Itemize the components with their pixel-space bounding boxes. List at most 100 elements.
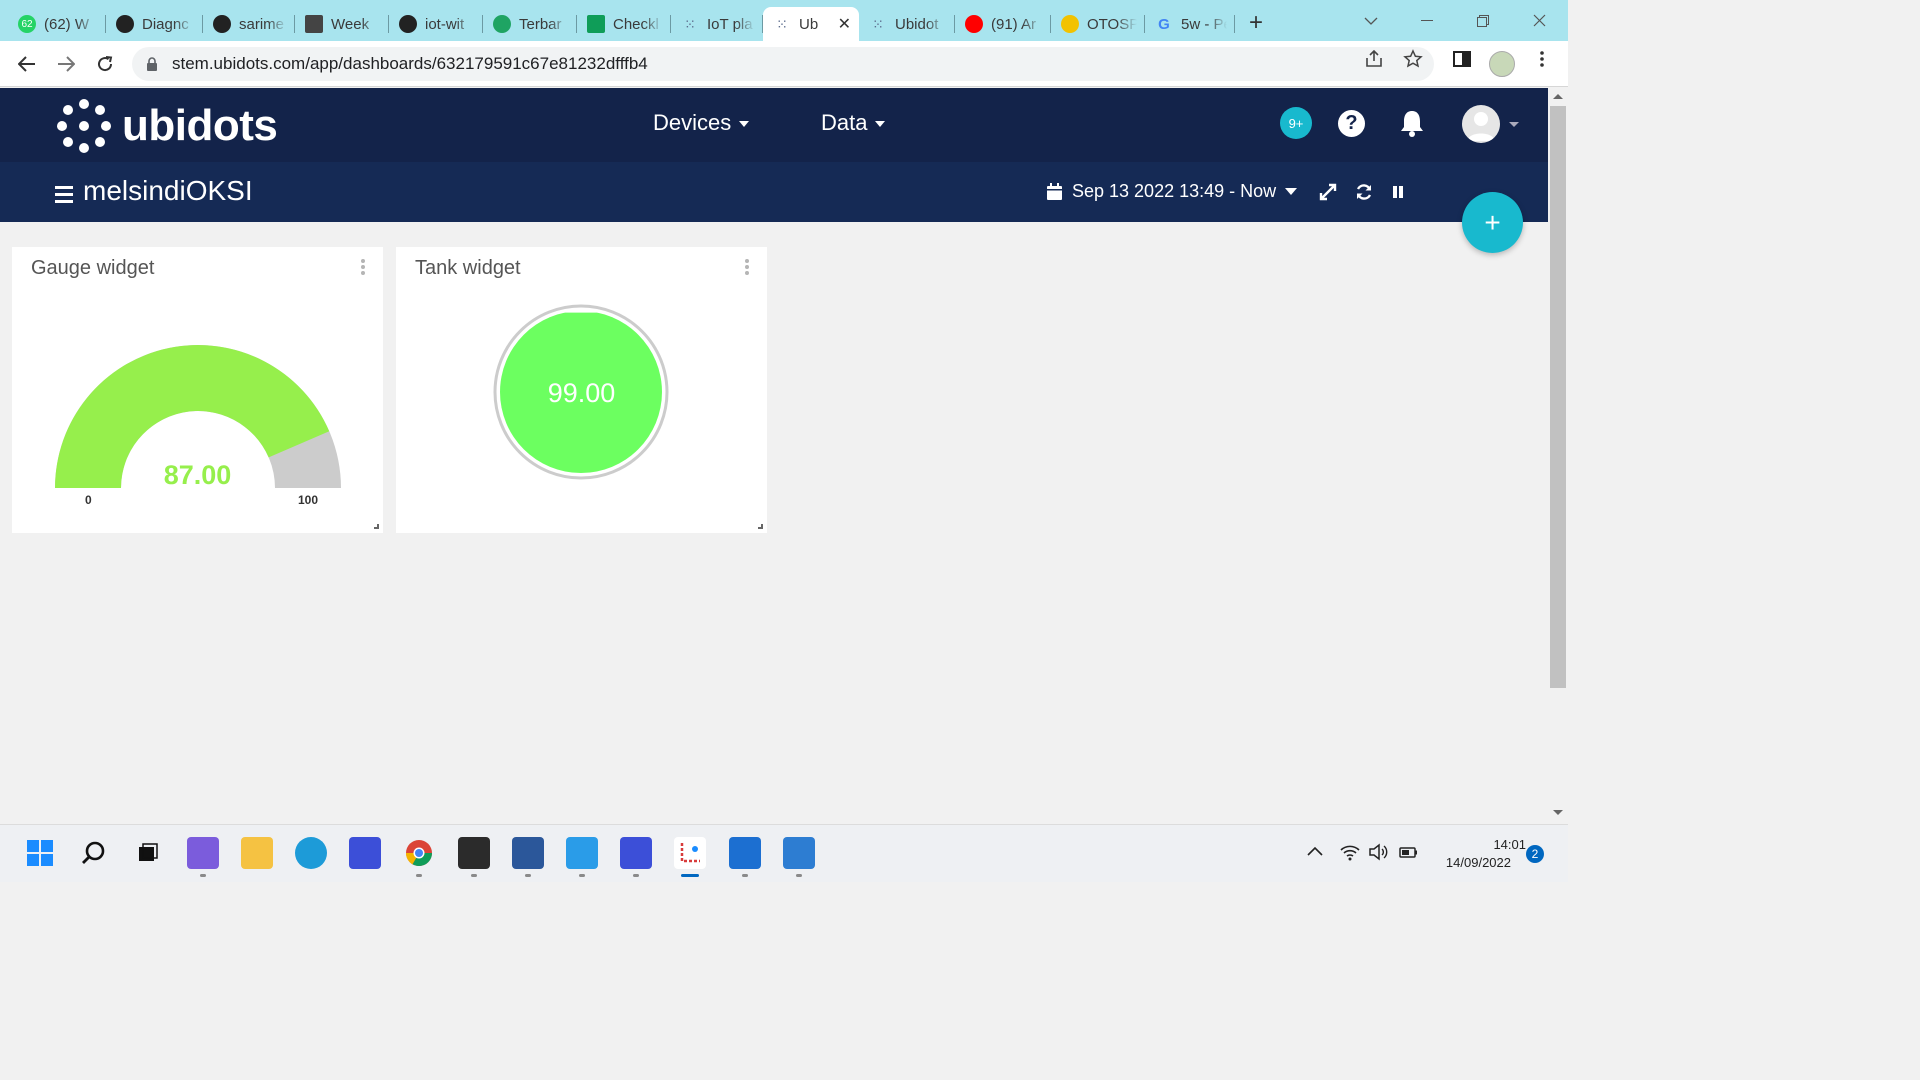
chevron-up-icon[interactable] <box>1304 841 1326 863</box>
pause-icon[interactable] <box>1387 181 1409 203</box>
browser-tab[interactable]: Terbar <box>483 7 577 41</box>
windows-start-icon[interactable] <box>24 837 56 869</box>
reload-button[interactable] <box>90 49 120 79</box>
clock-date[interactable]: 14/09/2022 <box>1430 855 1511 870</box>
snipping-tool-icon[interactable] <box>674 837 707 869</box>
browser-tab-strip: 62 (62) W Diagnc sarime Week iot-wit Terbar Che… <box>0 0 1568 41</box>
user-avatar[interactable] <box>1462 105 1500 143</box>
more-menu-icon[interactable] <box>1532 49 1552 69</box>
photos-icon[interactable] <box>782 837 815 869</box>
browser-tab[interactable]: ⁙ Ubidot <box>859 7 955 41</box>
profile-avatar[interactable] <box>1489 51 1515 77</box>
data-menu-label: Data <box>821 110 868 135</box>
edge-icon[interactable] <box>295 837 327 869</box>
dashboard-title[interactable]: melsindiOKSI <box>83 175 253 207</box>
side-panel-icon[interactable] <box>1452 49 1472 69</box>
restore-button[interactable] <box>1466 0 1500 41</box>
browser-tab[interactable]: sarime <box>203 7 295 41</box>
caret-down-icon <box>739 121 750 127</box>
running-indicator <box>681 874 700 877</box>
scroll-down-arrow-icon[interactable] <box>1553 810 1563 815</box>
ubidots-icon: ⁙ <box>684 15 696 32</box>
running-indicator <box>199 874 206 877</box>
share-icon[interactable] <box>1364 49 1384 69</box>
bookmark-star-icon[interactable] <box>1403 49 1423 69</box>
github-icon <box>213 15 231 33</box>
browser-tab[interactable]: Week <box>295 7 389 41</box>
tab-search-icon[interactable] <box>1356 0 1386 41</box>
otosp-icon <box>1061 15 1079 33</box>
vscode-icon[interactable] <box>566 837 598 869</box>
hamburger-menu-icon[interactable] <box>55 186 73 207</box>
volume-icon[interactable] <box>1367 841 1389 863</box>
browser-tab[interactable]: 62 (62) W <box>8 7 106 41</box>
teams-chat-icon[interactable] <box>186 837 219 869</box>
date-range-picker[interactable]: Sep 13 2022 13:49 - Now <box>1046 181 1298 202</box>
file-explorer-icon[interactable] <box>240 837 273 869</box>
tab-label: (62) W <box>44 15 89 33</box>
terminal-icon[interactable] <box>457 837 490 869</box>
notification-center-badge[interactable]: 2 <box>1526 845 1544 863</box>
browser-tab[interactable]: Diagnc <box>106 7 203 41</box>
new-tab-button[interactable]: + <box>1249 9 1263 37</box>
browser-tab[interactable]: OTOSP <box>1051 7 1145 41</box>
chrome-icon[interactable] <box>403 837 435 869</box>
gauge-value: 87.00 <box>163 460 232 490</box>
tank-widget[interactable]: Tank widget 99.00 <box>396 247 767 533</box>
browser-tab[interactable]: (91) Ar <box>955 7 1051 41</box>
scrollbar-thumb[interactable] <box>1550 106 1566 688</box>
help-icon[interactable]: ? <box>1338 110 1365 137</box>
add-widget-button[interactable]: + <box>1462 192 1523 253</box>
resize-handle[interactable] <box>374 524 379 529</box>
dashboard-bar: melsindiOKSI Sep 13 2022 13:49 - Now <box>0 162 1548 222</box>
running-indicator <box>633 874 640 877</box>
fullscreen-icon[interactable] <box>1317 181 1339 203</box>
gauge-widget[interactable]: Gauge widget 87.00 0 100 <box>12 247 383 533</box>
google-drive-icon <box>493 15 511 33</box>
resize-handle[interactable] <box>758 524 763 529</box>
wifi-icon[interactable] <box>1339 841 1361 863</box>
ubidots-icon: ⁙ <box>776 15 788 32</box>
tab-label: Ubidot <box>895 15 939 33</box>
data-menu[interactable]: Data <box>821 110 886 136</box>
tab-label: Checkl <box>613 15 659 33</box>
notifications-count-badge[interactable]: 9+ <box>1280 107 1312 139</box>
user-menu-caret-icon[interactable] <box>1509 122 1519 127</box>
tab-label: IoT pla <box>707 15 753 33</box>
close-window-button[interactable] <box>1522 0 1556 41</box>
scroll-up-arrow-icon[interactable] <box>1553 94 1563 99</box>
browser-tab[interactable]: ⁙ IoT pla <box>671 7 763 41</box>
page-scrollbar[interactable] <box>1548 88 1568 823</box>
bell-icon[interactable] <box>1398 108 1426 138</box>
devices-menu-label: Devices <box>653 110 732 135</box>
task-view-icon[interactable] <box>132 837 164 869</box>
logo-text: ubidots <box>122 101 278 150</box>
ubidots-icon: ⁙ <box>872 15 884 32</box>
minimize-button[interactable] <box>1410 0 1444 41</box>
browser-tab[interactable]: G 5w - Pe <box>1145 7 1235 41</box>
browser-tab[interactable]: ⁙ Ub ✕ <box>763 7 859 41</box>
app-icon[interactable] <box>620 837 653 869</box>
tab-label: 5w - Pe <box>1181 15 1227 33</box>
forward-button[interactable] <box>51 49 81 79</box>
google-sheets-icon <box>587 15 605 33</box>
ubidots-logo[interactable]: ubidots <box>56 98 278 154</box>
clock-time[interactable]: 14:01 <box>1466 837 1526 852</box>
browser-tab[interactable]: iot-wit <box>389 7 483 41</box>
search-icon[interactable] <box>78 837 110 869</box>
gauge-max-label: 100 <box>298 493 319 507</box>
word-icon[interactable] <box>511 837 544 869</box>
battery-icon[interactable] <box>1397 841 1419 863</box>
google-icon: G <box>1158 15 1170 33</box>
running-indicator <box>795 874 802 877</box>
url-text: stem.ubidots.com/app/dashboards/63217959… <box>172 54 648 73</box>
app-icon[interactable] <box>349 837 382 869</box>
devices-menu[interactable]: Devices <box>653 110 750 136</box>
media-player-icon[interactable] <box>728 837 761 869</box>
back-button[interactable] <box>12 49 42 79</box>
address-bar[interactable]: stem.ubidots.com/app/dashboards/63217959… <box>132 47 1434 81</box>
browser-tab[interactable]: Checkl <box>577 7 671 41</box>
ubidots-logo-icon <box>57 99 111 153</box>
close-tab-icon[interactable]: ✕ <box>838 14 851 34</box>
refresh-icon[interactable] <box>1353 181 1375 203</box>
